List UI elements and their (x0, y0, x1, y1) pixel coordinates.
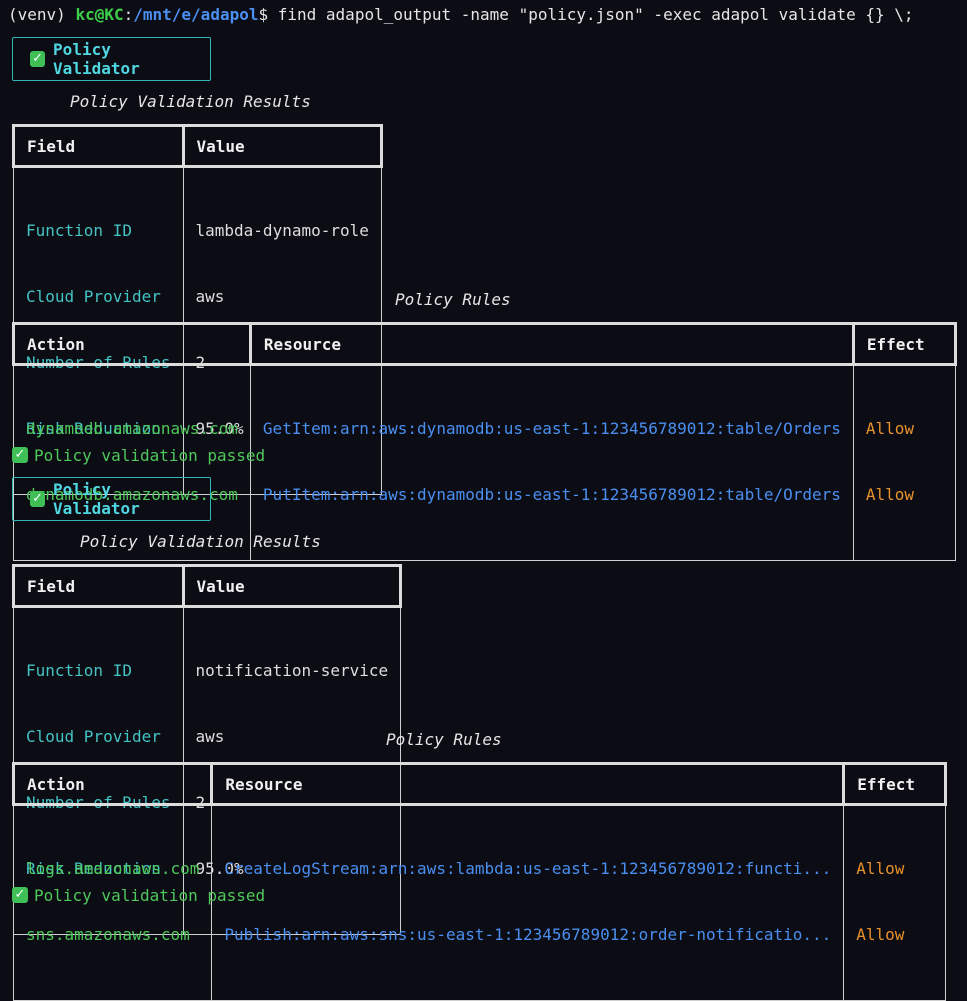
rule-resource: Publish:arn:aws:sns:us-east-1:1234567890… (224, 925, 832, 944)
validation-status-text: Policy validation passed (34, 885, 266, 905)
command-prompt-line: (venv) kc@KC:/mnt/e/adapol$ find adapol_… (8, 4, 914, 26)
results-header-field: Field (12, 564, 185, 608)
rule-resource: CreateLogStream:arn:aws:lambda:us-east-1… (224, 859, 832, 878)
rules-table: Action Resource Effect dynamodb.amazonaw… (12, 322, 957, 561)
field-label: Cloud Provider (26, 727, 161, 746)
results-table-title: Policy Validation Results (80, 532, 321, 551)
rules-resource-cell: GetItem:arn:aws:dynamodb:us-east-1:12345… (249, 364, 854, 561)
rules-resource-cell: CreateLogStream:arn:aws:lambda:us-east-1… (211, 804, 845, 1001)
rule-resource: GetItem:arn:aws:dynamodb:us-east-1:12345… (262, 419, 841, 438)
results-header-value: Value (181, 564, 403, 608)
check-icon: ✓ (30, 491, 46, 507)
prompt-separator: : (123, 5, 134, 24)
current-path: /mnt/e/adapol (133, 5, 259, 24)
rule-effect: Allow (856, 925, 905, 944)
rules-header-resource: Resource (248, 322, 855, 366)
rule-action: dynamodb.amazonaws.com (26, 419, 238, 438)
check-icon: ✓ (12, 887, 28, 903)
policy-validator-panel: ✓ Policy Validator (12, 477, 211, 521)
rules-table-title: Policy Rules (386, 730, 502, 749)
rules-header-action: Action (12, 322, 252, 366)
rule-effect: Allow (865, 485, 915, 504)
field-value: lambda-dynamo-role (195, 221, 369, 240)
rules-header-resource: Resource (210, 762, 846, 806)
field-label: Cloud Provider (26, 287, 161, 306)
rule-effect: Allow (865, 419, 915, 438)
rules-header-effect: Effect (851, 322, 957, 366)
rules-table: Action Resource Effect logs.amazonaws.co… (11, 762, 948, 1001)
field-value: notification-service (195, 661, 389, 680)
field-value: aws (195, 287, 225, 306)
rules-table-title: Policy Rules (395, 290, 511, 309)
validation-status-text: Policy validation passed (34, 445, 266, 465)
rules-header-effect: Effect (842, 762, 948, 806)
command-text: find adapol_output -name "policy.json" -… (277, 5, 914, 24)
check-icon: ✓ (12, 447, 28, 463)
validation-status: ✓ Policy validation passed (12, 444, 265, 466)
field-label: Function ID (26, 221, 132, 240)
check-icon: ✓ (30, 51, 46, 67)
results-table-title: Policy Validation Results (70, 92, 311, 111)
venv-label: (venv) (8, 5, 76, 24)
results-header-value: Value (181, 124, 383, 168)
policy-validator-label: Policy Validator (53, 40, 140, 78)
field-label: Function ID (26, 661, 132, 680)
results-header-field: Field (12, 124, 185, 168)
policy-validator-panel: ✓ Policy Validator (12, 37, 211, 81)
rule-action: sns.amazonaws.com (26, 925, 190, 944)
rule-effect: Allow (856, 859, 905, 878)
rules-effect-cell: Allow Allow (852, 364, 956, 561)
rule-resource: PutItem:arn:aws:dynamodb:us-east-1:12345… (262, 485, 841, 504)
policy-validator-label: Policy Validator (53, 480, 140, 518)
rule-action: logs.amazonaws.com (26, 859, 200, 878)
rules-header-action: Action (11, 762, 214, 806)
user-host: kc@KC (75, 5, 124, 24)
rules-effect-cell: Allow Allow (843, 804, 947, 1001)
validation-status: ✓ Policy validation passed (12, 884, 265, 906)
field-value: aws (195, 727, 225, 746)
prompt-dollar: $ (258, 5, 278, 24)
